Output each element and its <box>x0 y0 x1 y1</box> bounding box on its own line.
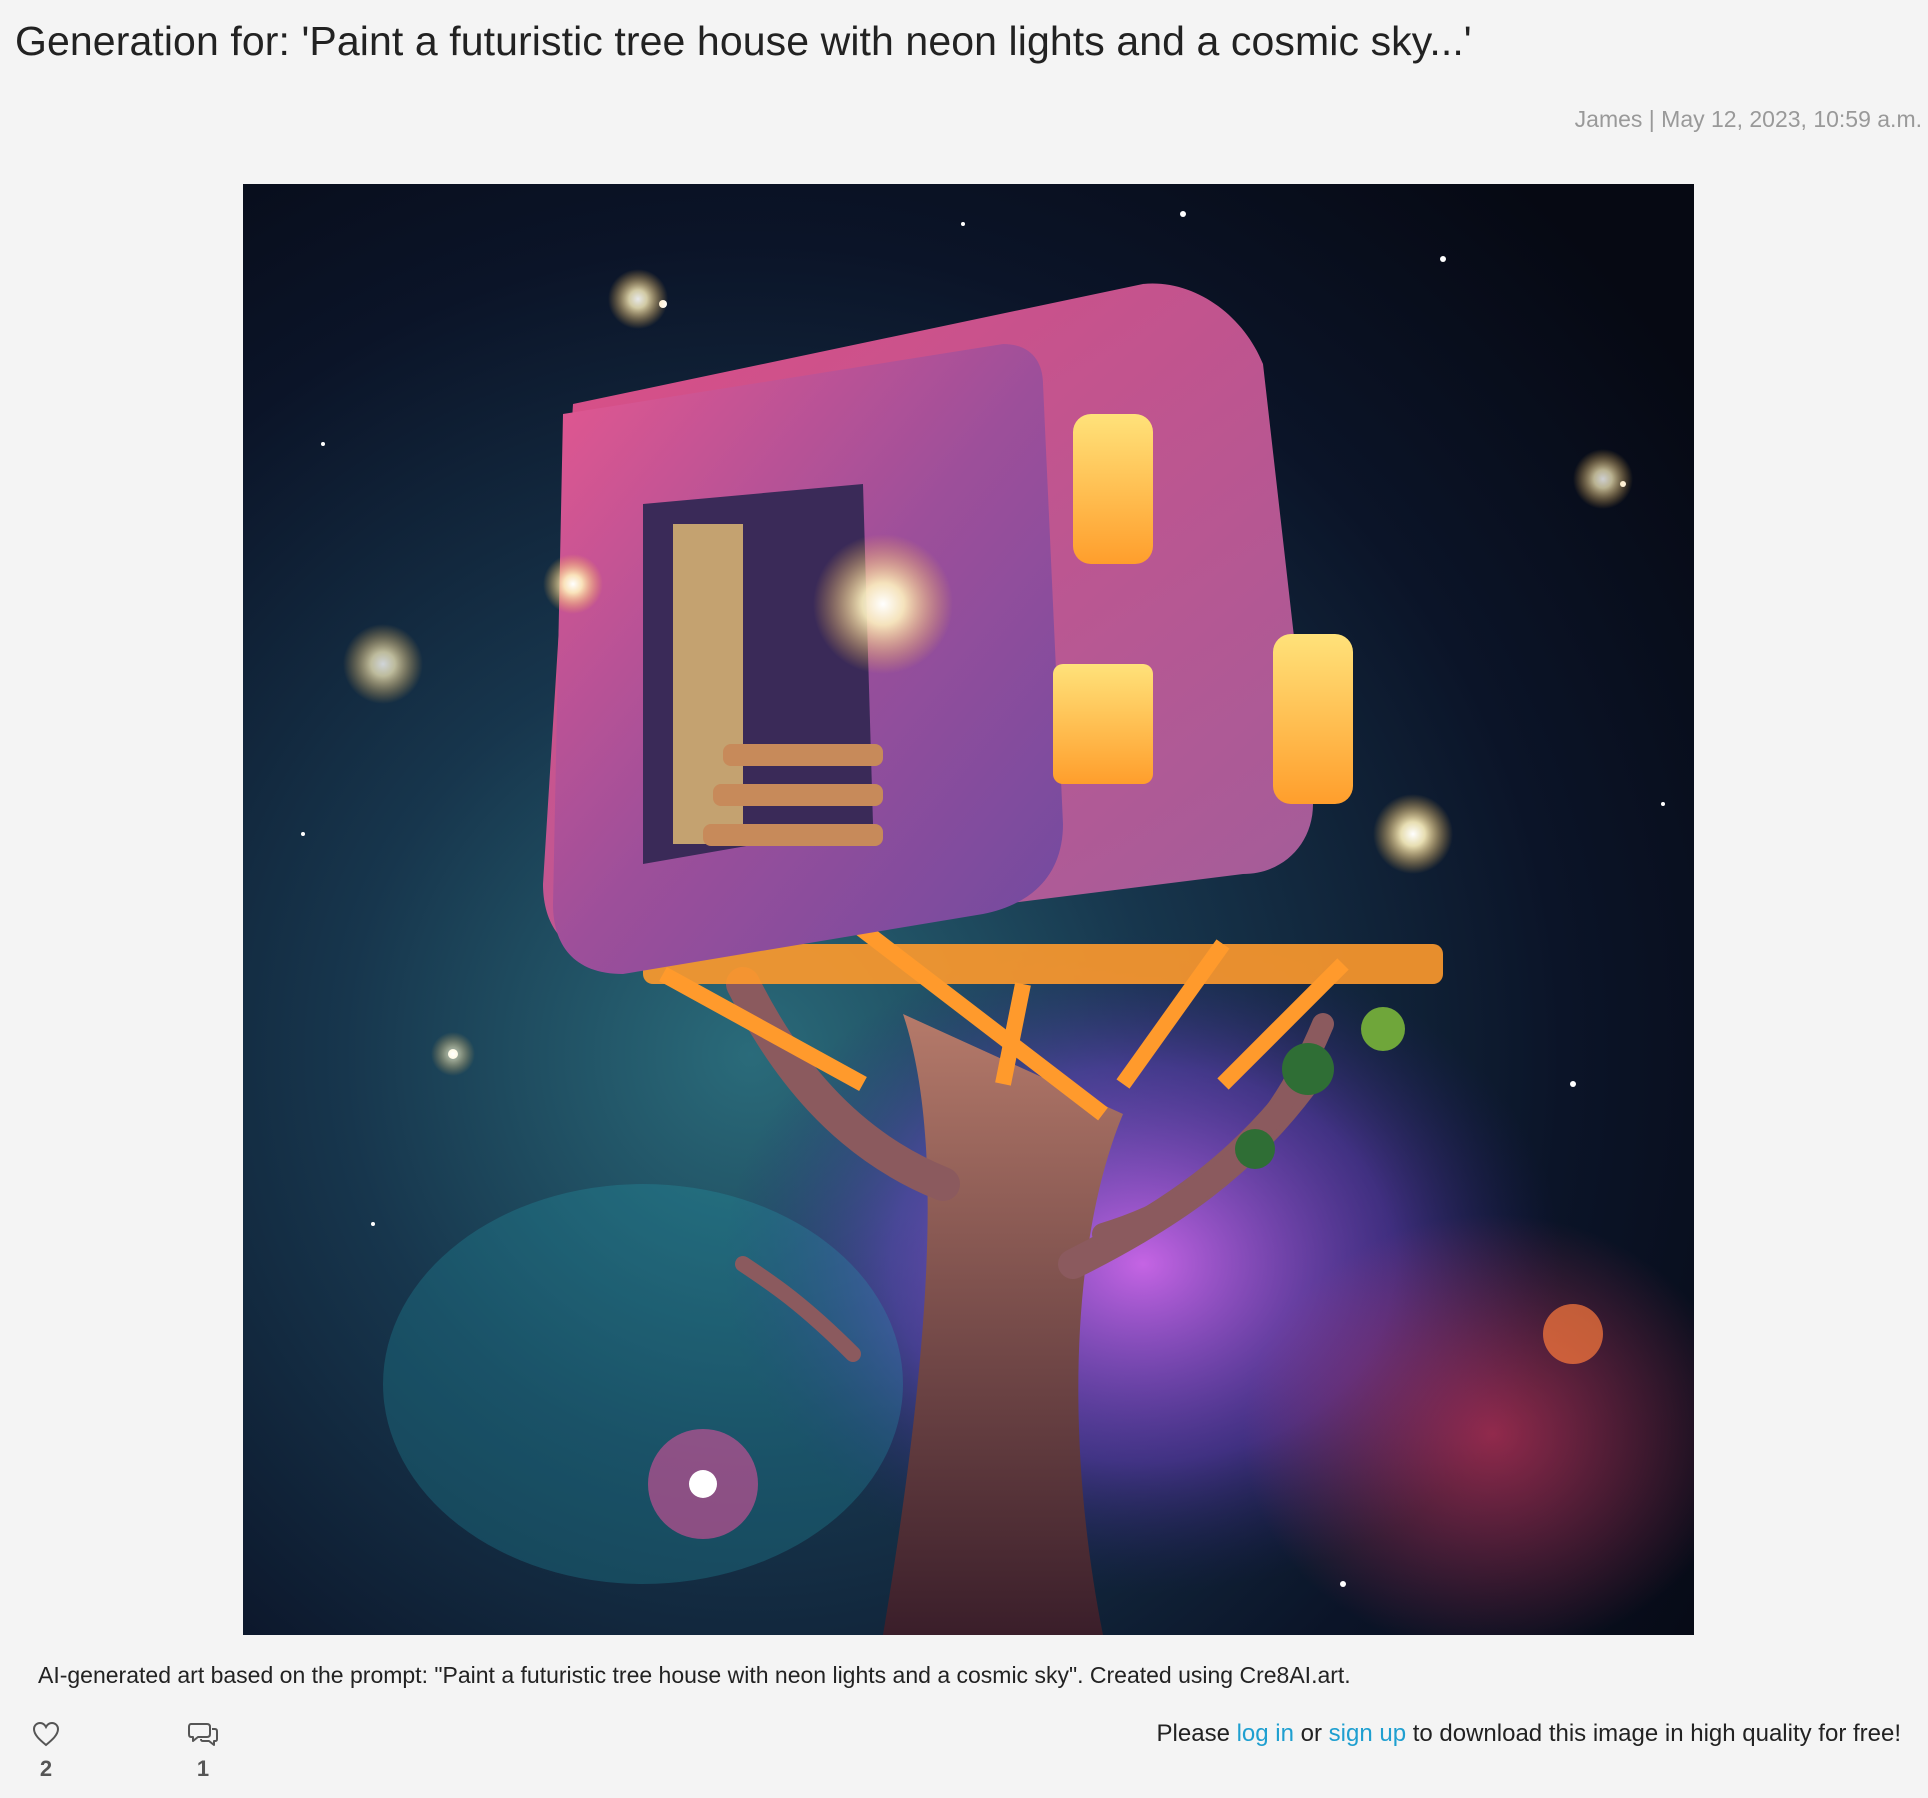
image-caption: AI-generated art based on the prompt: "P… <box>38 1662 1351 1688</box>
download-suffix: to download this image in high quality f… <box>1406 1720 1901 1747</box>
download-prefix: Please <box>1156 1720 1237 1747</box>
like-count: 2 <box>39 1756 53 1781</box>
speech-bubbles-icon[interactable] <box>187 1718 219 1750</box>
login-link[interactable]: log in <box>1237 1720 1294 1747</box>
author-date-meta: James | May 12, 2023, 10:59 a.m. <box>1574 106 1922 132</box>
comment-count: 1 <box>196 1756 210 1781</box>
download-notice: Please log in or sign up to download thi… <box>1157 1720 1901 1748</box>
generated-artwork[interactable] <box>243 184 1694 1635</box>
comment-stat[interactable]: 1 <box>183 1718 223 1782</box>
artwork-illustration <box>243 184 1694 1635</box>
heart-icon[interactable] <box>30 1718 62 1750</box>
download-middle: or <box>1293 1720 1329 1747</box>
page-title: Generation for: 'Paint a futuristic tree… <box>15 18 1472 64</box>
like-stat[interactable]: 2 <box>26 1718 66 1782</box>
signup-link[interactable]: sign up <box>1329 1720 1406 1747</box>
